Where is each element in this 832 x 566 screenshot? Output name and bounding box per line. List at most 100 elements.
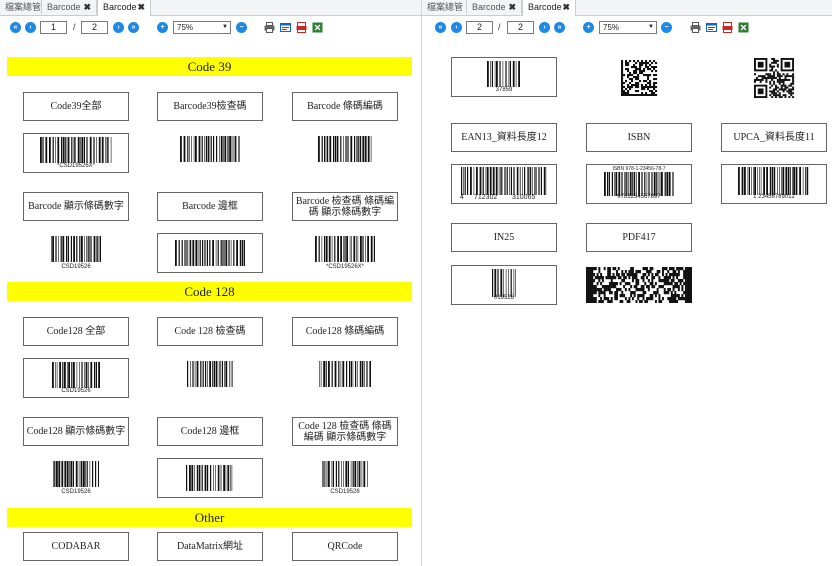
label-cell: Code128 邊框 [157, 417, 263, 446]
label-cell: Code128 顯示條碼數字 [23, 417, 129, 446]
left-report-toolbar: « ‹ 1 / 2 › » + 75% ▼ − [0, 16, 421, 38]
next-page-icon[interactable]: › [113, 22, 124, 33]
tab-barcode-1[interactable]: Barcode ✖ [42, 0, 97, 14]
page-number-input[interactable]: 2 [466, 21, 493, 34]
label-cell: DataMatrix網址 [157, 532, 263, 561]
barcode-image [157, 133, 263, 173]
codabar-barcode: 37859 [451, 57, 557, 97]
label-cell: PDF417 [586, 223, 692, 252]
barcode-caption: *CSD19526X* [325, 264, 365, 270]
barcode-caption: CSD19526 [61, 388, 91, 394]
export-html-icon[interactable] [706, 22, 717, 33]
ean13-digit: 4 [460, 194, 464, 201]
page-separator: / [73, 22, 76, 32]
in25-barcode: 019526 [451, 265, 557, 305]
export-excel-icon[interactable] [738, 22, 749, 33]
prev-page-icon[interactable]: ‹ [451, 22, 462, 33]
barcode-bars [487, 61, 520, 87]
zoom-value: 75% [177, 23, 194, 32]
first-page-icon[interactable]: « [435, 22, 446, 33]
next-page-icon[interactable]: › [539, 22, 550, 33]
close-icon[interactable]: ✖ [137, 0, 145, 14]
section-title-code39: Code 39 [7, 57, 412, 76]
export-excel-icon[interactable] [312, 22, 323, 33]
label-cell: Barcode39檢查碼 [157, 92, 263, 121]
tab-label: 檔案總管 [5, 2, 42, 12]
last-page-icon[interactable]: » [554, 22, 565, 33]
print-icon[interactable] [690, 22, 701, 33]
upca-barcode: 1 23456789012 [721, 164, 827, 204]
close-icon[interactable]: ✖ [83, 0, 91, 14]
close-icon[interactable]: ✖ [562, 0, 570, 14]
barcode-caption: 1 23456789012 [753, 194, 795, 200]
tab-label: Barcode [47, 2, 81, 12]
barcode-bars [40, 137, 112, 163]
chevron-down-icon: ▼ [222, 24, 228, 30]
tab-label: Barcode [103, 2, 137, 12]
label-cell: Code 128 檢查碼 [157, 317, 263, 346]
tab-barcode-2[interactable]: Barcode ✖ [522, 0, 576, 16]
section-title-code128: Code 128 [7, 282, 412, 301]
section-title-other: Other [7, 508, 412, 527]
label-cell: Code39全部 [23, 92, 129, 121]
chevron-down-icon: ▼ [648, 24, 654, 30]
barcode-caption: CSD19526 [61, 264, 91, 270]
export-html-icon[interactable] [280, 22, 291, 33]
barcode-bars [492, 269, 516, 297]
prev-page-icon[interactable]: ‹ [25, 22, 36, 33]
label-cell: Code128 全部 [23, 317, 129, 346]
zoom-select[interactable]: 75% ▼ [599, 21, 657, 34]
label-cell: QRCode [292, 532, 398, 561]
zoom-in-icon[interactable]: + [157, 22, 168, 33]
export-pdf-icon[interactable] [722, 22, 733, 33]
zoom-in-icon[interactable]: + [583, 22, 594, 33]
tab-barcode-2[interactable]: Barcode ✖ [97, 0, 151, 16]
barcode-caption: CSD19526 [330, 489, 360, 495]
ean13-digits: 310065 [512, 194, 536, 201]
label-cell: CODABAR [23, 532, 129, 561]
barcode-image [157, 233, 263, 273]
barcode-image: CSD19526 [23, 458, 129, 498]
barcode-bars [180, 136, 240, 162]
barcode-image [157, 358, 263, 398]
zoom-out-icon[interactable]: − [661, 22, 672, 33]
left-report-pane: 檔案總管 Barcode ✖ Barcode ✖ « ‹ 1 / 2 › » + 7… [0, 0, 421, 566]
right-tab-bar: 檔案總管 Barcode ✖ Barcode ✖ [422, 0, 832, 16]
last-page-icon[interactable]: » [128, 22, 139, 33]
tab-label: Barcode [472, 2, 506, 12]
label-cell: UPCA_資料長度11 [721, 123, 827, 152]
barcode-bars [318, 136, 372, 162]
right-report-toolbar: « ‹ 2 / 2 › » + 75% ▼ − [422, 16, 832, 38]
export-pdf-icon[interactable] [296, 22, 307, 33]
barcode-bars [186, 465, 233, 491]
barcode-bars [51, 236, 101, 262]
barcode-caption: 9781234567897 [617, 194, 661, 200]
total-pages-field: 2 [507, 21, 534, 34]
tab-file-explorer[interactable]: 檔案總管 [0, 0, 42, 14]
barcode-bars [175, 240, 245, 266]
tab-file-explorer[interactable]: 檔案總管 [422, 0, 467, 14]
barcode-image [157, 458, 263, 498]
barcode-caption: 37859 [495, 87, 513, 93]
barcode-image: CSD19526 [292, 458, 398, 498]
report-canvas-page-1: Code 39 Code39全部 Barcode39檢查碼 Barcode 條碼… [0, 38, 421, 566]
zoom-value: 75% [603, 23, 620, 32]
first-page-icon[interactable]: « [10, 22, 21, 33]
barcode-image: CSD19526 [23, 358, 129, 398]
barcode-bars [322, 461, 368, 487]
tab-barcode-1[interactable]: Barcode ✖ [467, 0, 522, 14]
label-cell: Barcode 顯示條碼數字 [23, 192, 129, 221]
close-icon[interactable]: ✖ [508, 0, 516, 14]
zoom-select[interactable]: 75% ▼ [173, 21, 231, 34]
barcode-caption: 019526 [493, 295, 515, 301]
page-number-input[interactable]: 1 [40, 21, 67, 34]
barcode-caption: *CSD19526X* [56, 163, 96, 169]
barcode-bars [319, 361, 371, 387]
label-cell: Code 128 檢查碼 條碼編碼 顯示條碼數字 [292, 417, 398, 446]
barcode-bars [461, 167, 547, 195]
barcode-image: CSD19526 [23, 233, 129, 273]
print-icon[interactable] [264, 22, 275, 33]
zoom-out-icon[interactable]: − [236, 22, 247, 33]
datamatrix-image [621, 60, 658, 96]
report-canvas-page-2: 37859 EAN13_資料長度12 ISBN UPCA_資料長度11 4 71… [422, 38, 832, 566]
